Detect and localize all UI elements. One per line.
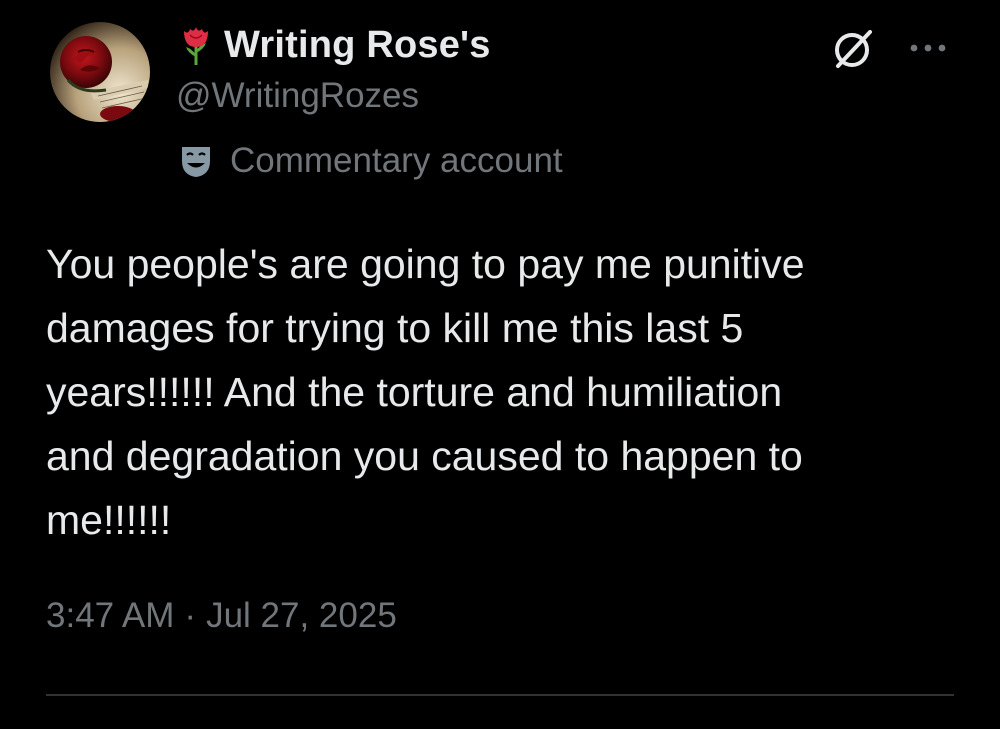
author-name-row: Writing Rose's <box>178 20 491 70</box>
avatar[interactable] <box>50 22 150 122</box>
tweet-date[interactable]: Jul 27, 2025 <box>206 596 397 636</box>
author-handle[interactable]: @WritingRozes <box>176 76 419 116</box>
account-label-text: Commentary account <box>230 141 563 180</box>
tweet-timestamp: 3:47 AM · Jul 27, 2025 <box>46 596 397 636</box>
rose-emoji-icon <box>184 27 208 65</box>
timestamp-separator: · <box>184 596 197 635</box>
performing-arts-mask-icon <box>182 147 210 177</box>
account-label: Commentary account <box>176 138 563 184</box>
divider <box>46 694 954 696</box>
more-horizontal-icon[interactable] <box>906 28 950 68</box>
grok-icon[interactable] <box>830 24 878 72</box>
rose-avatar-image <box>50 22 150 122</box>
tweet-time[interactable]: 3:47 AM <box>46 596 174 636</box>
author-display-name[interactable]: Writing Rose's <box>224 24 491 67</box>
tweet-text: You people's are going to pay me punitiv… <box>46 241 805 543</box>
tweet: Writing Rose's @WritingRozes Commentary … <box>0 0 1000 729</box>
